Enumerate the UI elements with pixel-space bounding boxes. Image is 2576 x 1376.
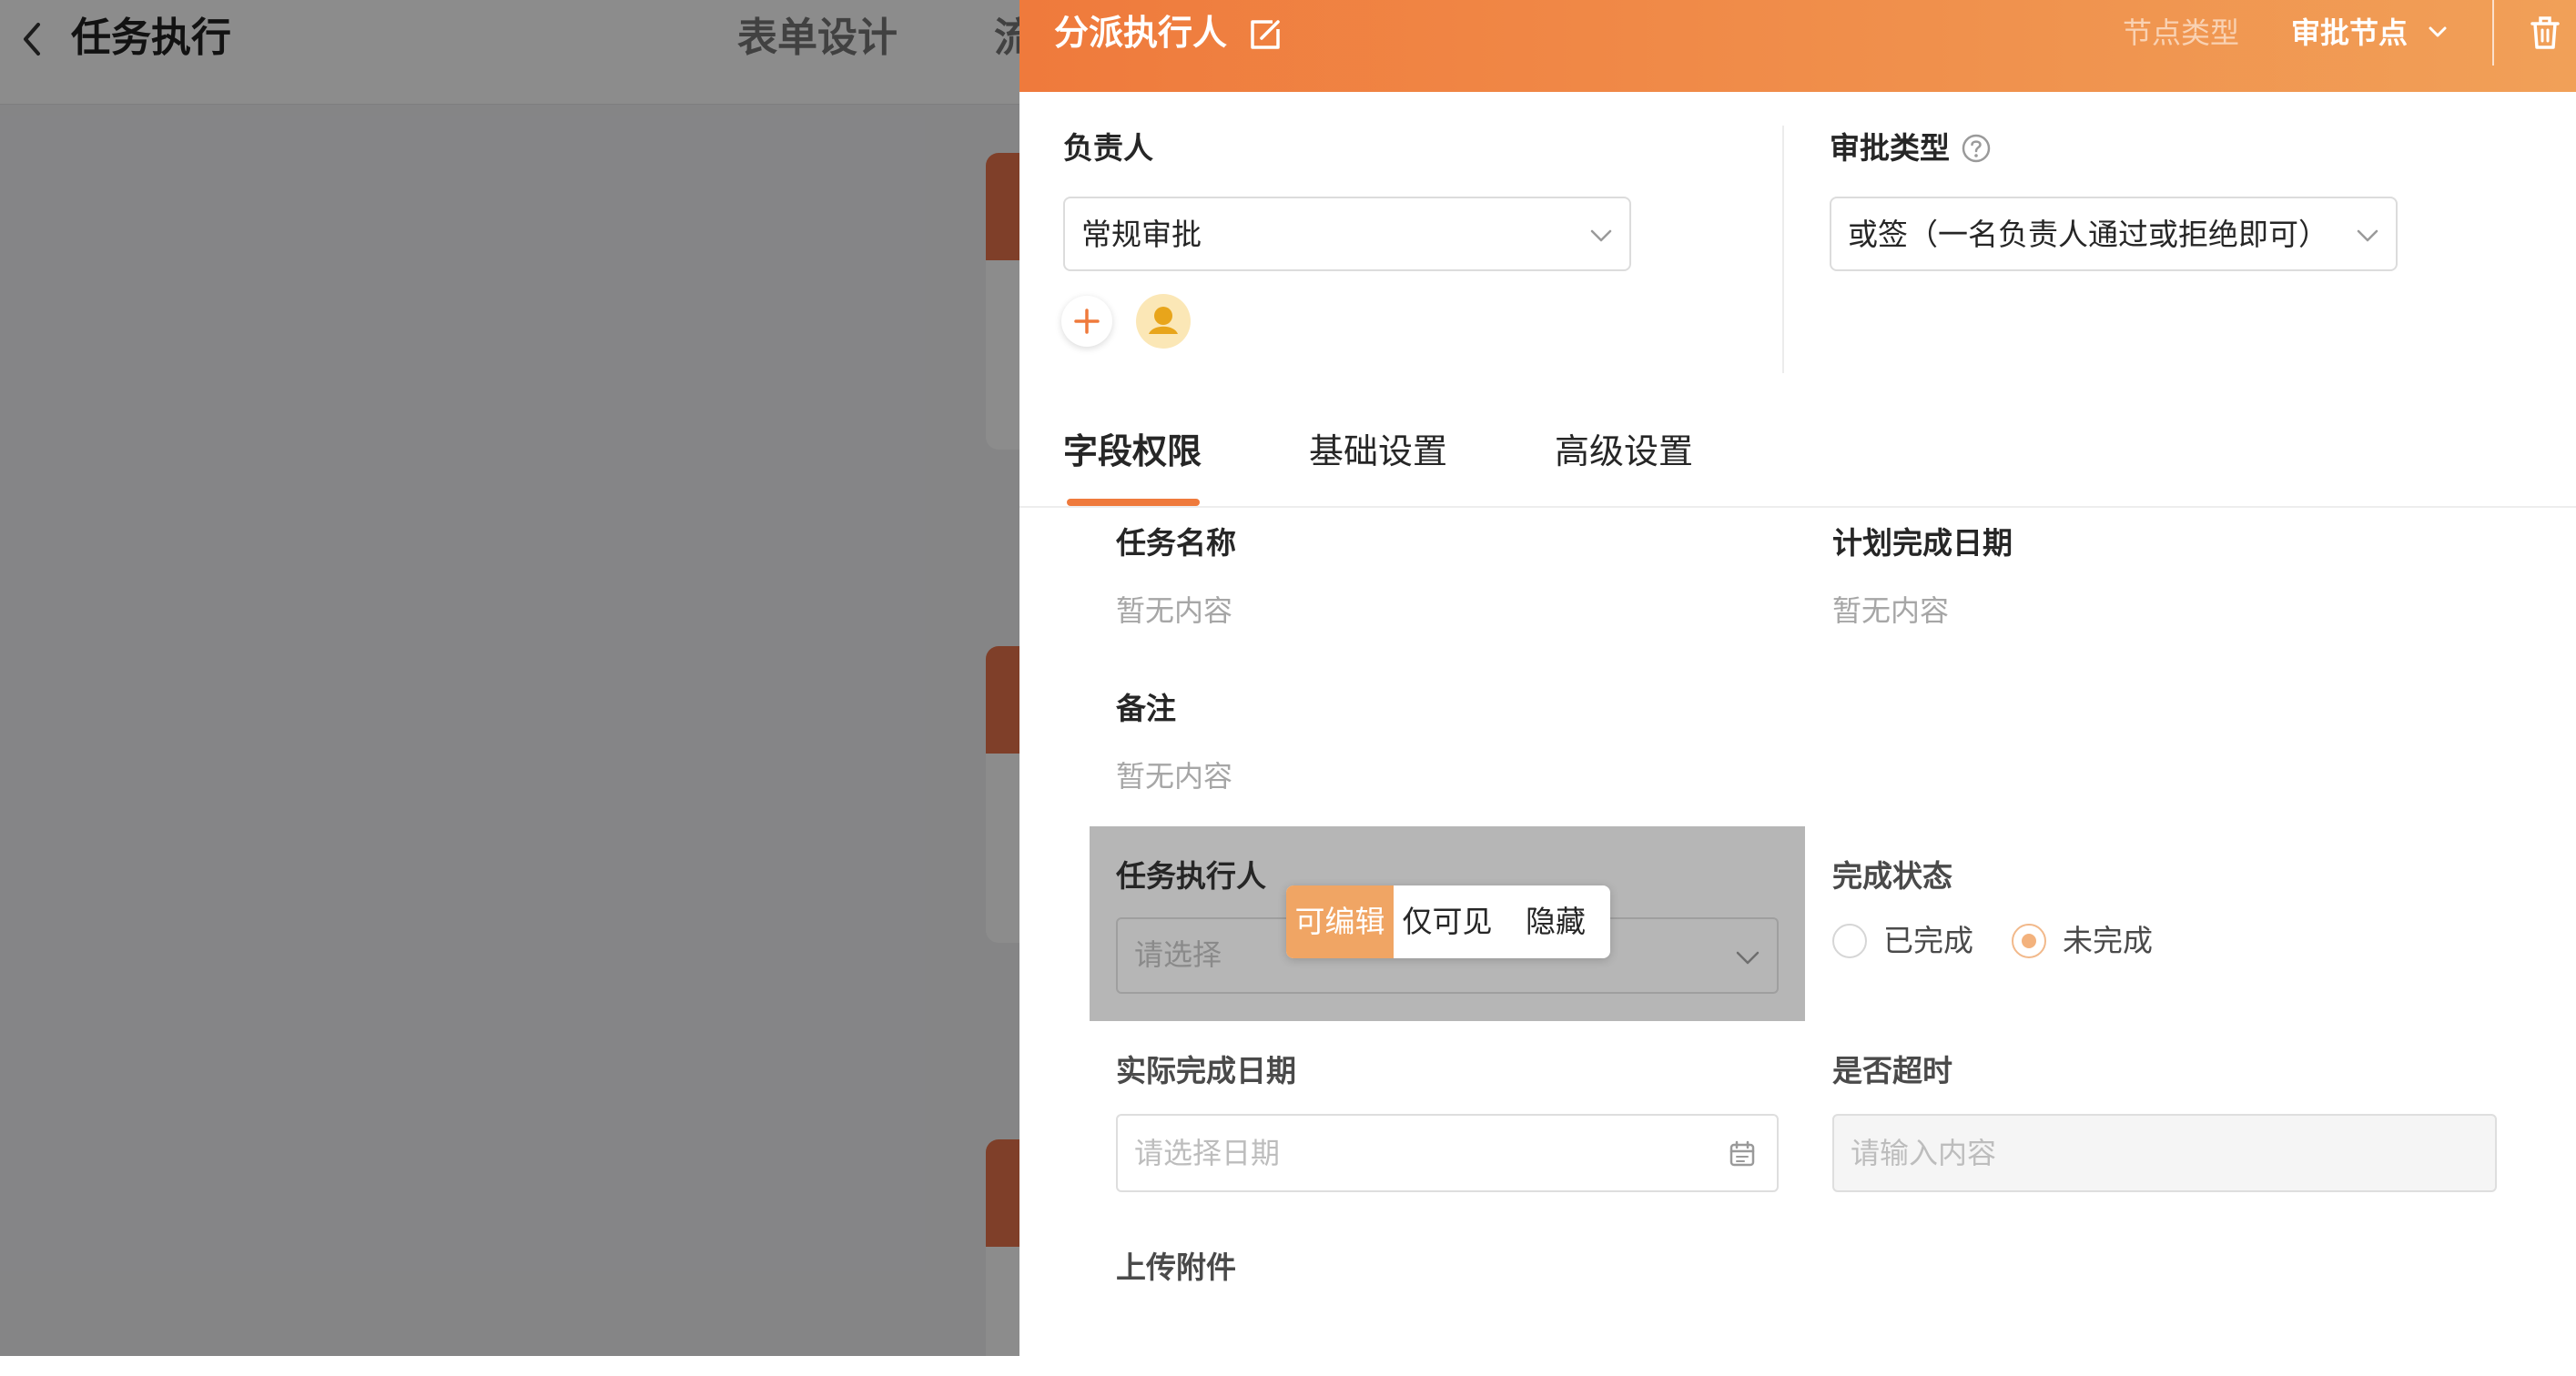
actual-date-placeholder: 请选择日期 <box>1134 1136 1281 1170</box>
plan-date-label: 计划完成日期 <box>1832 525 2013 561</box>
assignee-select-value: 常规审批 <box>1081 217 1202 252</box>
approval-type-select[interactable]: 或签（一名负责人通过或拒绝即可） <box>1830 197 2398 271</box>
trash-icon[interactable] <box>2527 13 2563 53</box>
active-tab-indicator <box>1067 499 1200 506</box>
assignee-label: 负责人 <box>1063 130 1153 166</box>
overdue-label: 是否超时 <box>1832 1053 1952 1088</box>
approval-type-value: 或签（一名负责人通过或拒绝即可） <box>1848 217 2328 252</box>
chevron-down-icon <box>1589 224 1613 248</box>
drawer-header: 分派执行人 节点类型 审批节点 <box>1019 0 2576 92</box>
user-avatar-icon[interactable] <box>1136 294 1191 349</box>
chevron-down-icon[interactable] <box>2426 20 2449 44</box>
permission-visible-button[interactable]: 仅可见 <box>1394 885 1501 958</box>
tab-advanced-settings[interactable]: 高级设置 <box>1555 426 1693 477</box>
assignee-select[interactable]: 常规审批 <box>1063 197 1631 271</box>
remark-label: 备注 <box>1116 691 1176 726</box>
tab-basic-settings[interactable]: 基础设置 <box>1309 426 1447 477</box>
plan-date-value: 暂无内容 <box>1832 593 1950 628</box>
executor-label: 任务执行人 <box>1116 858 1266 894</box>
status-label: 完成状态 <box>1832 858 1952 894</box>
settings-tabs: 字段权限 基础设置 高级设置 <box>1019 419 2576 508</box>
node-type-select[interactable]: 审批节点 <box>2291 11 2408 55</box>
status-radio-done[interactable] <box>1832 924 1867 958</box>
tab-field-permissions[interactable]: 字段权限 <box>1063 426 1202 477</box>
overdue-input: 请输入内容 <box>1832 1114 2497 1192</box>
approval-type-label: 审批类型 <box>1830 130 1950 166</box>
permission-hidden-button[interactable]: 隐藏 <box>1501 885 1610 958</box>
actual-date-label: 实际完成日期 <box>1116 1053 1296 1088</box>
drawer-title: 分派执行人 <box>1054 13 1228 53</box>
column-divider <box>1782 126 1784 373</box>
calendar-icon <box>1728 1139 1757 1169</box>
status-option-done[interactable]: 已完成 <box>1883 920 1973 962</box>
node-type-label: 节点类型 <box>2123 15 2240 50</box>
add-assignee-button[interactable] <box>1061 296 1112 347</box>
header-divider <box>2492 0 2494 66</box>
edit-icon[interactable] <box>1245 15 1285 55</box>
status-radio-undone[interactable] <box>2012 924 2046 958</box>
permission-editable-button[interactable]: 可编辑 <box>1286 885 1394 958</box>
chevron-down-icon <box>1735 945 1760 970</box>
attachment-label: 上传附件 <box>1116 1250 1236 1285</box>
status-option-undone[interactable]: 未完成 <box>2063 920 2153 962</box>
overdue-placeholder: 请输入内容 <box>1851 1136 1997 1170</box>
actual-date-picker[interactable]: 请选择日期 <box>1116 1114 1779 1192</box>
plus-icon <box>1074 309 1100 334</box>
task-name-value: 暂无内容 <box>1116 593 1233 628</box>
help-circle-icon[interactable] <box>1961 133 1992 164</box>
chevron-down-icon <box>2356 224 2379 248</box>
remark-value: 暂无内容 <box>1116 759 1233 794</box>
task-name-label: 任务名称 <box>1116 525 1236 561</box>
field-permission-switch: 可编辑 仅可见 隐藏 <box>1286 885 1610 958</box>
executor-placeholder: 请选择 <box>1134 937 1222 972</box>
